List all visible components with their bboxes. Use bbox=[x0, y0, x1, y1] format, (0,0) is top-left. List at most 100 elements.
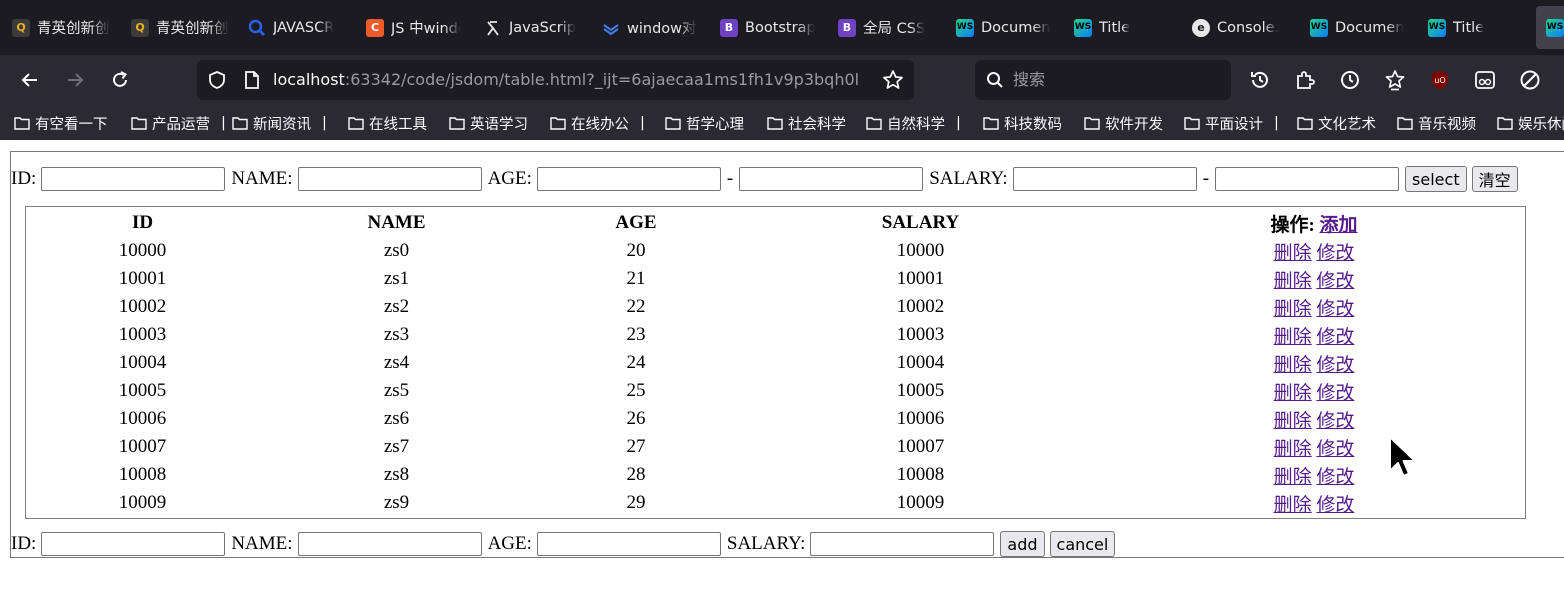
edit-link[interactable]: 修改 bbox=[1316, 411, 1354, 432]
search-name-input[interactable] bbox=[297, 167, 482, 191]
search-bar[interactable]: 搜索 bbox=[975, 60, 1231, 100]
search-salary-min-input[interactable] bbox=[1012, 167, 1197, 191]
delete-link[interactable]: 删除 bbox=[1274, 327, 1312, 348]
bootstrap-icon: B bbox=[838, 18, 856, 37]
header-name: NAME bbox=[367, 212, 426, 233]
bookmark-label: 科技数码 bbox=[1004, 116, 1062, 133]
arrow-left-icon bbox=[21, 73, 37, 87]
cell-operations: 删除 修改 bbox=[1103, 237, 1525, 265]
delete-link[interactable]: 删除 bbox=[1274, 495, 1312, 516]
delete-link[interactable]: 删除 bbox=[1274, 299, 1312, 320]
edit-link[interactable]: 修改 bbox=[1316, 439, 1354, 460]
bookmark-folder[interactable]: 产品运营 | bbox=[131, 106, 226, 140]
bookmark-folder[interactable]: 音乐视频 bbox=[1397, 106, 1476, 140]
bookmark-folder[interactable]: 在线工具 bbox=[348, 106, 427, 140]
extensions-button[interactable] bbox=[1289, 64, 1321, 96]
edit-link[interactable]: 修改 bbox=[1316, 355, 1354, 376]
reload-button[interactable] bbox=[104, 64, 136, 96]
browser-tab[interactable]: WS Title bbox=[1428, 0, 1523, 55]
bookmark-folder[interactable]: 有空看一下 bbox=[14, 106, 108, 140]
forward-button[interactable] bbox=[59, 64, 91, 96]
arrow-right-icon bbox=[68, 73, 84, 87]
search-id-input[interactable] bbox=[41, 167, 226, 191]
ublock-button[interactable]: uO bbox=[1424, 64, 1456, 96]
add-name-input[interactable] bbox=[297, 532, 482, 556]
delete-link[interactable]: 删除 bbox=[1274, 467, 1312, 488]
delete-link[interactable]: 删除 bbox=[1274, 243, 1312, 264]
bookmark-folder[interactable]: 科技数码 bbox=[983, 106, 1062, 140]
block-button[interactable] bbox=[1514, 64, 1546, 96]
employee-table: ID NAME AGE SALARY 操作: 添加 10000 zs0 20 1000… bbox=[25, 206, 1526, 519]
edit-link[interactable]: 修改 bbox=[1316, 299, 1354, 320]
edit-link[interactable]: 修改 bbox=[1316, 467, 1354, 488]
browser-tab[interactable]: WS Documen bbox=[956, 0, 1051, 55]
bookmark-folder[interactable]: 在线办公 | bbox=[550, 106, 645, 140]
back-button[interactable] bbox=[14, 64, 46, 96]
delete-link[interactable]: 删除 bbox=[1274, 355, 1312, 376]
edit-link[interactable]: 修改 bbox=[1316, 243, 1354, 264]
cell-salary: 10000 bbox=[896, 240, 945, 261]
browser-tab[interactable]: Q 青英创新创 bbox=[12, 0, 110, 55]
browser-tab[interactable]: JavaScrip bbox=[484, 0, 579, 55]
browser-tab[interactable]: WS Title bbox=[1074, 0, 1169, 55]
bookmarks-button[interactable] bbox=[1379, 64, 1411, 96]
bookmark-folder[interactable]: 平面设计 | bbox=[1184, 106, 1279, 140]
edit-link[interactable]: 修改 bbox=[1316, 495, 1354, 516]
folder-icon bbox=[1497, 117, 1513, 130]
delete-link[interactable]: 删除 bbox=[1274, 271, 1312, 292]
browser-tab[interactable]: window对 bbox=[602, 0, 697, 55]
delete-link[interactable]: 删除 bbox=[1274, 383, 1312, 404]
clear-button[interactable]: 清空 bbox=[1471, 166, 1518, 192]
add-age-input[interactable] bbox=[536, 532, 721, 556]
search-salary-max-input[interactable] bbox=[1215, 167, 1400, 191]
reader-extension-button[interactable] bbox=[1469, 64, 1501, 96]
url-text[interactable]: localhost:63342/code/jsdom/table.html?_i… bbox=[273, 60, 873, 100]
cell-age: 27 bbox=[626, 436, 646, 457]
browser-tab[interactable]: JAVASCR bbox=[248, 0, 343, 55]
add-id-input[interactable] bbox=[41, 532, 226, 556]
add-button[interactable]: add bbox=[1000, 531, 1045, 557]
bookmark-folder[interactable]: 社会科学 bbox=[767, 106, 846, 140]
cancel-button[interactable]: cancel bbox=[1049, 531, 1116, 557]
select-button[interactable]: select bbox=[1405, 166, 1467, 192]
clock-button[interactable] bbox=[1334, 64, 1366, 96]
bookmark-folder[interactable]: 哲学心理 bbox=[665, 106, 744, 140]
history-button[interactable] bbox=[1244, 64, 1276, 96]
bookmark-folder[interactable]: 新闻资讯 | bbox=[232, 106, 327, 140]
tab-label: window对 bbox=[627, 21, 697, 37]
bookmark-folder[interactable]: 文化艺术 bbox=[1297, 106, 1376, 140]
bookmark-folder[interactable]: 软件开发 bbox=[1084, 106, 1163, 140]
delete-link[interactable]: 删除 bbox=[1274, 439, 1312, 460]
browser-tab[interactable]: e Console. bbox=[1192, 0, 1287, 55]
folder-icon bbox=[232, 117, 248, 130]
svg-text:uO: uO bbox=[1434, 76, 1445, 85]
browser-tab[interactable]: Q 青英创新创 bbox=[131, 0, 229, 55]
folder-icon bbox=[131, 117, 147, 130]
bookmark-folder[interactable]: 自然科学 | bbox=[866, 106, 961, 140]
table-row: 10005 zs5 25 10005 删除 修改 bbox=[26, 377, 1525, 405]
browser-tab-active[interactable]: WS bbox=[1536, 6, 1564, 49]
search-age-min-input[interactable] bbox=[536, 167, 721, 191]
cell-id: 10007 bbox=[118, 436, 167, 457]
browser-tab[interactable]: B Bootstrap bbox=[720, 0, 815, 55]
add-salary-input[interactable] bbox=[810, 532, 995, 556]
delete-link[interactable]: 删除 bbox=[1274, 411, 1312, 432]
browser-tab[interactable]: C JS 中windo bbox=[366, 0, 461, 55]
star-icon[interactable] bbox=[882, 69, 904, 91]
edit-link[interactable]: 修改 bbox=[1316, 271, 1354, 292]
add-link[interactable]: 添加 bbox=[1320, 215, 1358, 236]
bookmark-label: 产品运营 bbox=[152, 116, 210, 133]
bookmark-folder[interactable]: 英语学习 bbox=[449, 106, 528, 140]
browser-tab[interactable]: WS Documen bbox=[1310, 0, 1405, 55]
header-operations: 操作: 添加 bbox=[1103, 209, 1525, 237]
search-age-max-input[interactable] bbox=[739, 167, 924, 191]
folder-icon bbox=[767, 117, 783, 130]
bookmark-label: 有空看一下 bbox=[35, 116, 108, 133]
cell-salary: 10003 bbox=[896, 324, 945, 345]
cell-age: 22 bbox=[626, 296, 646, 317]
browser-tab[interactable]: B 全局 CSS bbox=[838, 0, 933, 55]
bookmark-folder[interactable]: 娱乐休闲 bbox=[1497, 106, 1564, 140]
edit-link[interactable]: 修改 bbox=[1316, 383, 1354, 404]
url-bar[interactable]: localhost:63342/code/jsdom/table.html?_i… bbox=[197, 60, 914, 100]
edit-link[interactable]: 修改 bbox=[1316, 327, 1354, 348]
